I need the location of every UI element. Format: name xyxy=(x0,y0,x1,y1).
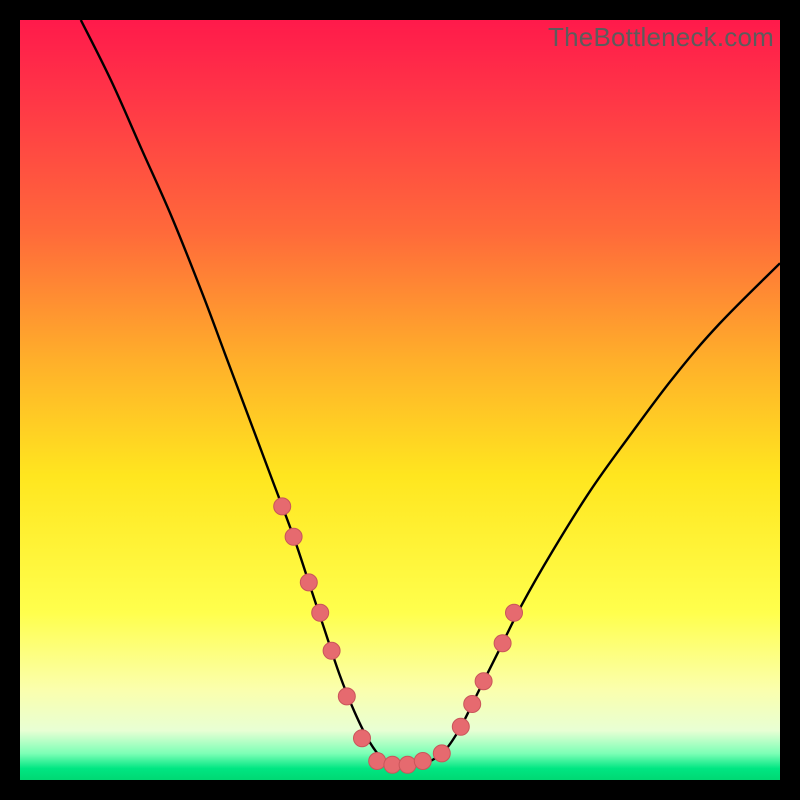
chart-frame: TheBottleneck.com xyxy=(20,20,780,780)
marker-dot xyxy=(323,642,340,659)
marker-dot xyxy=(399,756,416,773)
marker-dot xyxy=(414,753,431,770)
marker-dot xyxy=(338,688,355,705)
marker-dot xyxy=(274,498,291,515)
marker-dot xyxy=(312,604,329,621)
marker-dot xyxy=(285,528,302,545)
marker-dot xyxy=(506,604,523,621)
marker-dot xyxy=(494,635,511,652)
marker-dot xyxy=(433,745,450,762)
watermark-text: TheBottleneck.com xyxy=(548,22,774,53)
marker-dot xyxy=(384,756,401,773)
marker-dot xyxy=(354,730,371,747)
marker-dot xyxy=(475,673,492,690)
marker-dot xyxy=(452,718,469,735)
bottleneck-plot xyxy=(20,20,780,780)
marker-dot xyxy=(464,696,481,713)
marker-dot xyxy=(369,753,386,770)
marker-dot xyxy=(300,574,317,591)
